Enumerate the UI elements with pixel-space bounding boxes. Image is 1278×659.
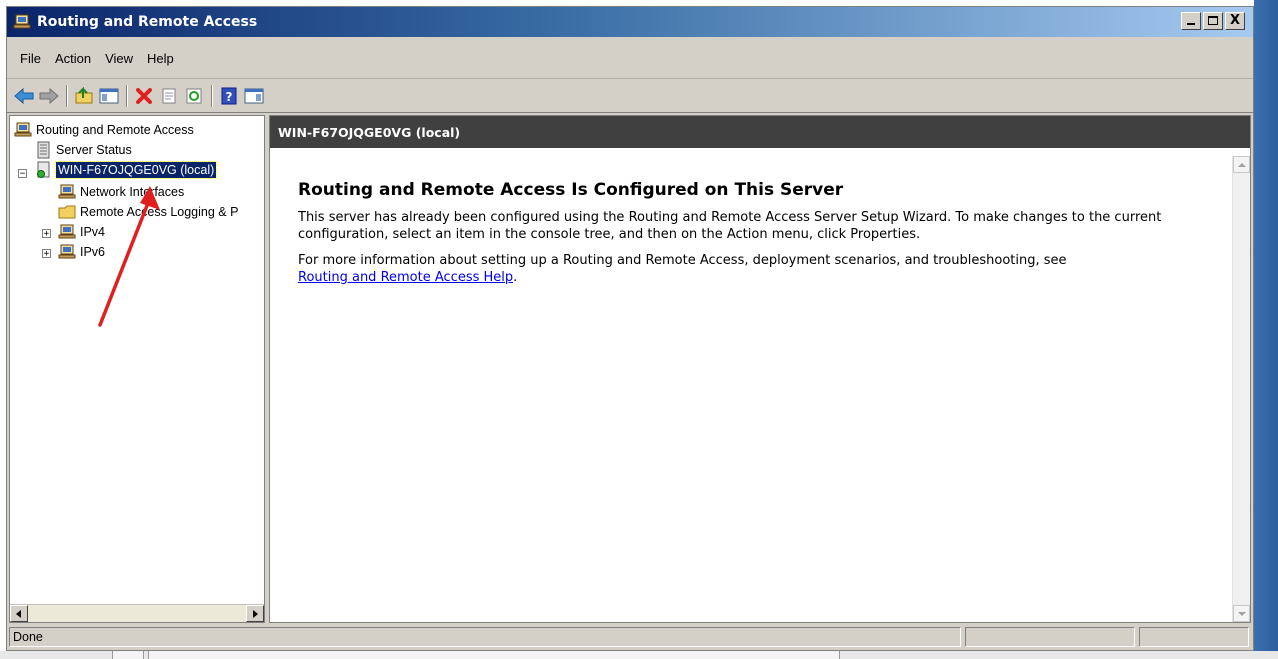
scroll-down-button[interactable] xyxy=(1233,605,1250,622)
title-bar[interactable]: Routing and Remote Access X xyxy=(7,7,1253,37)
up-one-level-button[interactable] xyxy=(73,85,95,107)
status-panel xyxy=(965,627,1135,647)
server-status-icon xyxy=(37,141,50,159)
triangle-left-icon xyxy=(16,609,21,618)
tree-item-label: Network Interfaces xyxy=(80,185,185,199)
status-text: Done xyxy=(9,627,961,647)
properties-icon xyxy=(162,88,176,103)
maximize-icon xyxy=(1208,16,1218,25)
tree-item-server-status[interactable]: Server Status xyxy=(34,140,132,160)
delete-button[interactable] xyxy=(133,85,155,107)
delete-icon xyxy=(136,87,152,104)
properties-button[interactable] xyxy=(158,85,180,107)
svg-text:?: ? xyxy=(226,90,233,104)
toolbar-separator xyxy=(126,84,128,107)
folder-icon xyxy=(58,205,76,219)
expand-toggle[interactable]: + xyxy=(42,229,51,239)
tree-item-label: IPv6 xyxy=(80,245,106,259)
refresh-button[interactable] xyxy=(183,85,205,107)
details-body: Routing and Remote Access Is Configured … xyxy=(298,180,1218,295)
tree-item-root[interactable]: Routing and Remote Access xyxy=(14,120,194,140)
maximize-button[interactable] xyxy=(1203,12,1223,30)
tree-item-label: IPv4 xyxy=(80,225,106,239)
window-title: Routing and Remote Access xyxy=(37,14,258,30)
details-paragraph: This server has already been configured … xyxy=(298,210,1162,242)
help-button[interactable]: ? xyxy=(218,85,240,107)
details-pane: WIN-F67OJQGE0VG (local) Routing and Remo… xyxy=(269,115,1251,623)
triangle-right-icon xyxy=(253,609,258,618)
scroll-up-button[interactable] xyxy=(1233,156,1250,173)
triangle-up-icon xyxy=(1237,162,1246,167)
forward-arrow-icon xyxy=(39,87,59,104)
refresh-icon xyxy=(186,88,202,103)
routing-app-icon xyxy=(13,14,31,29)
details-header: WIN-F67OJQGE0VG (local) xyxy=(270,116,1250,148)
show-hide-tree-icon xyxy=(99,88,119,103)
mmc-window: Routing and Remote Access X File Action … xyxy=(6,6,1254,651)
tree-item-ipv4[interactable]: IPv4 xyxy=(58,222,105,242)
tree-item-remote-access-logging[interactable]: Remote Access Logging & P xyxy=(58,202,238,222)
up-folder-icon xyxy=(75,86,93,103)
menu-help[interactable]: Help xyxy=(140,48,181,69)
server-icon xyxy=(37,161,50,178)
tree-item-network-interfaces[interactable]: Network Interfaces xyxy=(58,182,184,202)
menu-file[interactable]: File xyxy=(13,48,48,69)
menu-action[interactable]: Action xyxy=(48,48,98,69)
details-paragraph-text: For more information about setting up a … xyxy=(298,253,1067,268)
show-hide-tree-button[interactable] xyxy=(98,85,120,107)
desktop-background xyxy=(1254,0,1278,659)
scroll-right-button[interactable] xyxy=(246,605,264,622)
help-icon: ? xyxy=(221,87,237,104)
expand-toggle[interactable]: + xyxy=(42,249,51,259)
minimize-icon xyxy=(1187,23,1195,25)
show-hide-action-pane-icon xyxy=(244,88,264,103)
ipv6-icon xyxy=(58,244,76,259)
help-link[interactable]: Routing and Remote Access Help xyxy=(298,270,513,285)
network-interfaces-icon xyxy=(58,184,76,199)
triangle-down-icon xyxy=(1237,611,1246,616)
tree-item-ipv6[interactable]: IPv6 xyxy=(58,242,105,262)
back-button[interactable] xyxy=(13,85,35,107)
minimize-button[interactable] xyxy=(1181,12,1201,30)
toolbar: ? xyxy=(7,79,1253,113)
menu-bar: File Action View Help xyxy=(7,39,1253,79)
toolbar-separator xyxy=(211,84,213,107)
forward-button[interactable] xyxy=(38,85,60,107)
tree-item-label: Routing and Remote Access xyxy=(36,123,194,137)
menu-view[interactable]: View xyxy=(98,48,140,69)
tree-item-label: Remote Access Logging & P xyxy=(80,205,239,219)
close-button[interactable]: X xyxy=(1225,12,1245,30)
period: . xyxy=(513,270,518,285)
collapse-toggle[interactable]: − xyxy=(18,169,27,179)
tree-item-label: WIN-F67OJQGE0VG (local) xyxy=(54,161,218,179)
close-icon: X xyxy=(1229,13,1241,28)
details-heading: Routing and Remote Access Is Configured … xyxy=(298,180,844,200)
status-panel xyxy=(1139,627,1249,647)
tree-item-server-local[interactable]: WIN-F67OJQGE0VG (local) xyxy=(34,160,218,180)
toolbar-separator xyxy=(66,84,68,107)
routing-icon xyxy=(14,122,32,137)
ipv4-icon xyxy=(58,224,76,239)
console-tree[interactable]: Routing and Remote Access Server Status … xyxy=(9,115,265,623)
scroll-left-button[interactable] xyxy=(10,605,28,622)
tree-horizontal-scrollbar[interactable] xyxy=(10,604,264,622)
tree-item-label: Server Status xyxy=(56,143,132,157)
status-bar: Done xyxy=(7,624,1253,650)
details-vertical-scrollbar[interactable] xyxy=(1232,156,1250,622)
details-paragraph: For more information about setting up a … xyxy=(298,252,1218,286)
show-hide-action-pane-button[interactable] xyxy=(243,85,265,107)
back-arrow-icon xyxy=(14,87,34,104)
underlying-window-edge xyxy=(0,651,1278,659)
